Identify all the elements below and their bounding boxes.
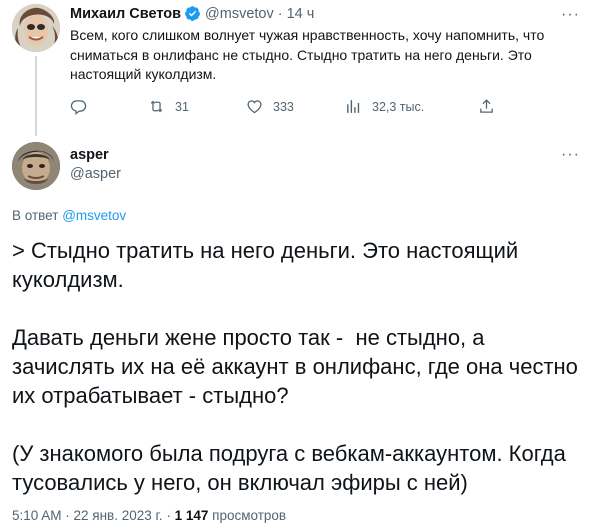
views-count: 1 147 (174, 508, 209, 523)
main-tweet-text: > Стыдно тратить на него деньги. Это нас… (12, 238, 578, 495)
like-button[interactable]: 333 (246, 98, 294, 115)
main-tweet: asper @asper ··· В ответ @msvetov > Стыд… (0, 132, 589, 529)
parent-display-name[interactable]: Михаил Светов (70, 6, 181, 22)
parent-header: Михаил Светов @msvetov · 14 ч (70, 5, 314, 22)
retweet-button[interactable]: 31 (148, 98, 189, 115)
avatar-image (12, 142, 60, 190)
parent-time[interactable]: 14 ч (287, 6, 315, 22)
main-handle[interactable]: @asper (70, 166, 121, 182)
verified-badge-icon (185, 6, 200, 21)
views-count: 32,3 тыс. (372, 99, 425, 114)
views-button[interactable]: 32,3 тыс. (345, 98, 424, 115)
reply-icon (70, 100, 87, 115)
replying-to: В ответ @msvetov (12, 208, 126, 223)
retweet-count: 31 (175, 99, 189, 114)
main-display-name[interactable]: asper (70, 147, 109, 163)
tweet-timestamp[interactable]: 5:10 AM · 22 янв. 2023 г. (12, 508, 163, 523)
tweet-meta: 5:10 AM · 22 янв. 2023 г. · 1 147 просмо… (12, 508, 286, 523)
separator-dot: · (277, 5, 283, 22)
reply-button[interactable] (70, 98, 97, 115)
separator-dot: · (166, 508, 171, 523)
parent-action-bar: 31 333 32,3 тыс. (70, 98, 510, 118)
parent-tweet-text: Всем, кого слишком волнует чужая нравств… (70, 27, 545, 82)
like-icon (247, 100, 262, 114)
views-label: просмотров (212, 508, 287, 523)
like-count: 333 (273, 99, 294, 114)
reply-to-link[interactable]: @msvetov (62, 208, 126, 223)
more-icon[interactable]: ··· (561, 7, 580, 23)
thread-line (35, 56, 37, 136)
avatar-image (12, 4, 60, 52)
share-button[interactable] (478, 98, 505, 115)
more-icon[interactable]: ··· (561, 147, 580, 163)
views-icon (347, 100, 360, 113)
main-avatar[interactable] (12, 142, 60, 190)
parent-avatar[interactable] (12, 4, 60, 52)
retweet-icon (150, 100, 163, 113)
share-icon (480, 99, 493, 113)
parent-tweet[interactable]: Михаил Светов @msvetov · 14 ч ··· Всем, … (0, 0, 589, 136)
reply-prefix: В ответ (12, 208, 59, 223)
parent-handle[interactable]: @msvetov (205, 6, 274, 22)
